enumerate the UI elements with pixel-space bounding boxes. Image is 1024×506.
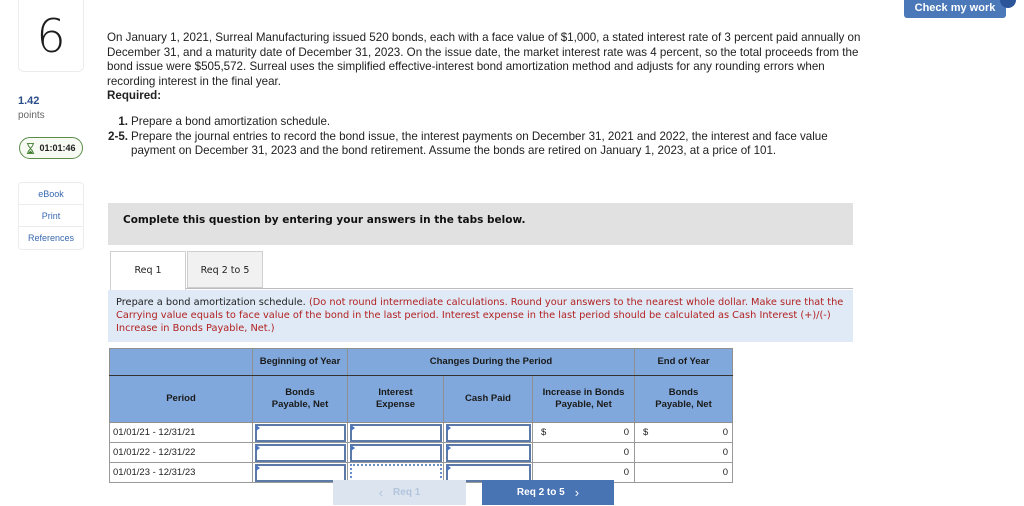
- cash-paid-input[interactable]: [446, 444, 531, 462]
- required-label: Required:: [107, 89, 162, 102]
- ebook-link[interactable]: eBook: [19, 183, 83, 205]
- timer-value: 01:01:46: [39, 143, 76, 153]
- instruction-main: Prepare a bond amortization schedule.: [116, 297, 306, 308]
- tab-req-1[interactable]: Req 1: [110, 251, 186, 290]
- chevron-right-icon: ›: [574, 485, 580, 500]
- header-bonds-payable-beg: Bonds Payable, Net: [252, 375, 348, 423]
- timer: 01:01:46: [19, 137, 83, 159]
- header-interest-expense: Interest Expense: [347, 375, 444, 423]
- increase-value: 0: [623, 427, 629, 438]
- header-bonds-payable-end: Bonds Payable, Net: [634, 375, 733, 423]
- bonds-payable-end-value: 0: [722, 447, 728, 458]
- currency-symbol: $: [643, 427, 649, 438]
- requirement-item: 2-5. Prepare the journal entries to reco…: [107, 130, 867, 159]
- requirement-number: 1.: [118, 115, 128, 128]
- points-label: points: [18, 110, 45, 121]
- bonds-payable-end-value: 0: [722, 427, 728, 438]
- currency-symbol: $: [541, 427, 547, 438]
- interest-expense-input[interactable]: [350, 444, 442, 462]
- bonds-payable-beg-input[interactable]: [255, 424, 346, 442]
- header-increase-bonds-payable: Increase in Bonds Payable, Net: [532, 375, 635, 423]
- requirement-text: Prepare the journal entries to record th…: [131, 129, 828, 158]
- header-blank: [109, 348, 253, 376]
- resources-panel: eBook Print References: [18, 182, 84, 250]
- cash-paid-input[interactable]: [446, 424, 531, 442]
- header-end-of-year: End of Year: [634, 348, 733, 376]
- prev-req-label: Req 1: [393, 487, 421, 498]
- chevron-left-icon: ‹: [378, 485, 384, 500]
- bonds-payable-beg-input[interactable]: [255, 444, 346, 462]
- period-cell: 01/01/23 - 12/31/23: [109, 462, 253, 483]
- question-text: On January 1, 2021, Surreal Manufacturin…: [107, 31, 861, 88]
- requirement-tabs: Req 1 Req 2 to 5: [110, 251, 263, 290]
- references-link[interactable]: References: [19, 227, 83, 249]
- increase-value: 0: [623, 447, 629, 458]
- header-bonds-payable-end-text: Bonds Payable, Net: [655, 387, 712, 410]
- points-value: 1.42: [18, 95, 40, 107]
- question-number-box: 6: [18, 0, 84, 72]
- prev-req-button[interactable]: ‹ Req 1: [333, 480, 466, 505]
- requirement-item: 1. Prepare a bond amortization schedule.: [107, 115, 867, 130]
- table-row: 01/01/21 - 12/31/21 $0 $0: [109, 422, 733, 443]
- check-my-work-button[interactable]: Check my work: [904, 0, 1006, 18]
- interest-expense-input[interactable]: [350, 424, 442, 442]
- complete-instruction: Complete this question by entering your …: [108, 203, 853, 245]
- header-period: Period: [109, 375, 253, 423]
- next-req-button[interactable]: Req 2 to 5 ›: [482, 480, 614, 505]
- header-changes-during-period: Changes During the Period: [347, 348, 635, 376]
- instruction-box: Prepare a bond amortization schedule. (D…: [108, 290, 853, 342]
- requirement-number: 2-5.: [108, 129, 128, 143]
- hourglass-icon: [27, 142, 35, 154]
- next-req-label: Req 2 to 5: [516, 487, 565, 498]
- requirements-list: 1. Prepare a bond amortization schedule.…: [107, 115, 867, 159]
- tab-divider: [186, 288, 853, 289]
- tab-req-2-to-5[interactable]: Req 2 to 5: [187, 251, 263, 288]
- amortization-schedule-table: Beginning of Year Changes During the Per…: [109, 348, 733, 483]
- bonds-payable-end-value: 0: [722, 467, 728, 478]
- header-increase-text: Increase in Bonds Payable, Net: [542, 387, 625, 410]
- increase-value: 0: [623, 467, 629, 478]
- header-cash-paid: Cash Paid: [443, 375, 533, 423]
- table-row: 01/01/22 - 12/31/22 0 0: [109, 442, 733, 463]
- print-link[interactable]: Print: [19, 205, 83, 227]
- header-bonds-payable-beg-text: Bonds Payable, Net: [271, 387, 329, 410]
- header-beginning-of-year: Beginning of Year: [252, 348, 348, 376]
- period-cell: 01/01/22 - 12/31/22: [109, 442, 253, 463]
- requirement-text: Prepare a bond amortization schedule.: [131, 115, 331, 128]
- header-interest-expense-text: Interest Expense: [375, 387, 416, 410]
- question-number: 6: [36, 8, 66, 63]
- period-cell: 01/01/21 - 12/31/21: [109, 422, 253, 443]
